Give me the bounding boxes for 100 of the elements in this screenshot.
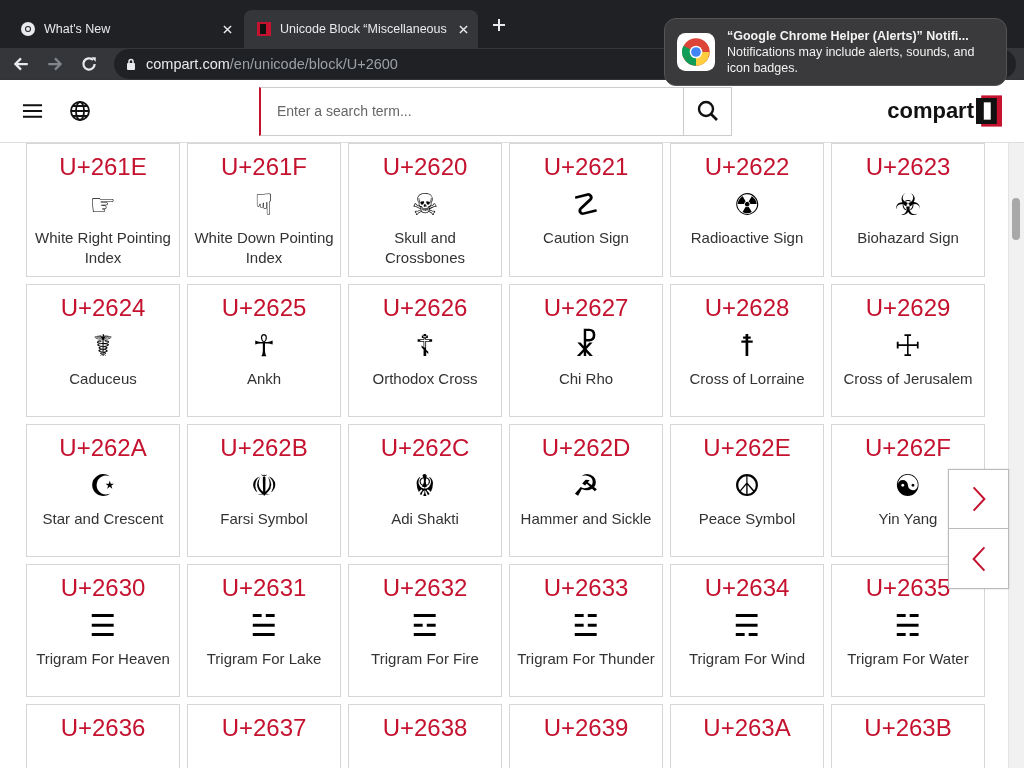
code-point: U+262D [541, 433, 631, 463]
character-name: Peace Symbol [698, 509, 796, 529]
character-glyph: ☩ [894, 327, 922, 365]
character-glyph: ☧ [574, 327, 598, 365]
code-point: U+2625 [221, 293, 307, 323]
search-icon [696, 100, 719, 122]
code-point: U+2635 [865, 573, 951, 603]
character-glyph: ☪ [89, 467, 117, 505]
character-name: Trigram For Wind [688, 649, 806, 669]
new-tab-icon[interactable] [492, 18, 506, 32]
code-point: U+262C [380, 433, 470, 463]
character-glyph: ☮ [733, 467, 761, 505]
character-card[interactable]: U+2624 ☤ Caduceus [26, 284, 180, 417]
character-name: White Right Pointing Index [34, 228, 172, 268]
character-card[interactable]: U+2632 ☲ Trigram For Fire [348, 564, 502, 697]
code-point: U+2636 [60, 713, 146, 743]
code-point: U+2626 [382, 293, 468, 323]
character-glyph: ☡ [572, 186, 600, 224]
character-card[interactable]: U+2625 ☥ Ankh [187, 284, 341, 417]
character-name: Caduceus [69, 369, 137, 389]
code-point: U+261F [220, 152, 308, 182]
character-glyph: ☠ [411, 186, 439, 224]
code-point: U+2639 [543, 713, 629, 743]
back-icon[interactable] [12, 55, 30, 73]
reload-icon[interactable] [80, 55, 98, 73]
code-point: U+262F [864, 433, 952, 463]
character-name: Farsi Symbol [220, 509, 308, 529]
scrollbar-thumb[interactable] [1012, 198, 1020, 240]
character-card[interactable]: U+2626 ☦ Orthodox Cross [348, 284, 502, 417]
character-glyph: ☟ [254, 186, 274, 224]
code-point: U+2620 [382, 152, 468, 182]
character-name: Hammer and Sickle [520, 509, 652, 529]
notification-title: “Google Chrome Helper (Alerts)” Notifi... [727, 28, 970, 44]
character-card[interactable]: U+2636 [26, 704, 180, 768]
site-logo-icon [256, 21, 272, 37]
character-glyph: ☳ [572, 607, 600, 645]
character-card[interactable]: U+262A ☪ Star and Crescent [26, 424, 180, 557]
character-name: White Down Pointing Index [194, 228, 334, 268]
code-point: U+2627 [543, 293, 629, 323]
character-glyph: ☬ [414, 467, 436, 505]
character-name: Ankh [246, 369, 282, 389]
character-glyph: ☦ [415, 327, 435, 365]
character-card[interactable]: U+2633 ☳ Trigram For Thunder [509, 564, 663, 697]
character-card[interactable]: U+2639 [509, 704, 663, 768]
character-glyph: ☨ [738, 327, 756, 365]
character-card[interactable]: U+2638 [348, 704, 502, 768]
code-point: U+2628 [704, 293, 790, 323]
site-logo[interactable]: compart [887, 98, 974, 124]
character-card[interactable]: U+263B [831, 704, 985, 768]
character-card[interactable]: U+2628 ☨ Cross of Lorraine [670, 284, 824, 417]
character-card[interactable]: U+2622 ☢ Radioactive Sign [670, 143, 824, 277]
code-point: U+2634 [704, 573, 790, 603]
url-text: compart.com/en/unicode/block/U+2600 [146, 56, 398, 72]
character-card[interactable]: U+2637 [187, 704, 341, 768]
character-card[interactable]: U+2630 ☰ Trigram For Heaven [26, 564, 180, 697]
character-card[interactable]: U+2634 ☴ Trigram For Wind [670, 564, 824, 697]
character-name: Yin Yang [878, 509, 938, 529]
menu-icon[interactable] [22, 102, 43, 120]
character-name: Trigram For Thunder [517, 649, 655, 669]
character-glyph: ☞ [89, 186, 117, 224]
character-name: Biohazard Sign [857, 228, 959, 248]
character-name: Trigram For Water [847, 649, 969, 669]
character-glyph: ☫ [250, 467, 278, 505]
character-name: Trigram For Heaven [36, 649, 170, 669]
browser-tab[interactable]: What's New [8, 10, 242, 48]
close-tab-icon[interactable] [459, 24, 468, 34]
code-point: U+263A [703, 713, 791, 743]
character-card[interactable]: U+2631 ☱ Trigram For Lake [187, 564, 341, 697]
character-card[interactable]: U+2620 ☠ Skull and Crossbones [348, 143, 502, 277]
character-glyph: ☲ [411, 607, 439, 645]
character-name: Chi Rho [558, 369, 614, 389]
notification-popup[interactable]: “Google Chrome Helper (Alerts)” Notifi... Notifications may include alerts, sounds, and icon badges. [664, 18, 1007, 86]
character-card[interactable]: U+262C ☬ Adi Shakti [348, 424, 502, 557]
character-name: Caution Sign [543, 228, 629, 248]
character-card[interactable]: U+2623 ☣ Biohazard Sign [831, 143, 985, 277]
code-point: U+2630 [60, 573, 146, 603]
lock-icon [126, 58, 136, 70]
character-name: Cross of Jerusalem [843, 369, 973, 389]
character-glyph: ☵ [894, 607, 922, 645]
character-card[interactable]: U+2621 ☡ Caution Sign [509, 143, 663, 277]
character-card[interactable]: U+261E ☞ White Right Pointing Index [26, 143, 180, 277]
close-tab-icon[interactable] [223, 24, 232, 34]
character-card[interactable]: U+261F ☟ White Down Pointing Index [187, 143, 341, 277]
character-card[interactable]: U+262E ☮ Peace Symbol [670, 424, 824, 557]
browser-tab[interactable]: Unicode Block “Miscellaneous [244, 10, 478, 48]
code-point: U+2621 [543, 152, 629, 182]
character-card[interactable]: U+263A [670, 704, 824, 768]
code-point: U+2622 [704, 152, 790, 182]
code-point: U+2637 [221, 713, 307, 743]
code-point: U+2632 [382, 573, 468, 603]
character-glyph: ☭ [572, 467, 600, 505]
code-point: U+2633 [543, 573, 629, 603]
character-card[interactable]: U+262B ☫ Farsi Symbol [187, 424, 341, 557]
globe-icon[interactable] [69, 100, 91, 122]
character-card[interactable]: U+2629 ☩ Cross of Jerusalem [831, 284, 985, 417]
character-card[interactable]: U+2627 ☧ Chi Rho [509, 284, 663, 417]
character-name: Adi Shakti [391, 509, 459, 529]
character-glyph: ☯ [894, 467, 922, 505]
forward-icon[interactable] [46, 55, 64, 73]
character-card[interactable]: U+262D ☭ Hammer and Sickle [509, 424, 663, 557]
